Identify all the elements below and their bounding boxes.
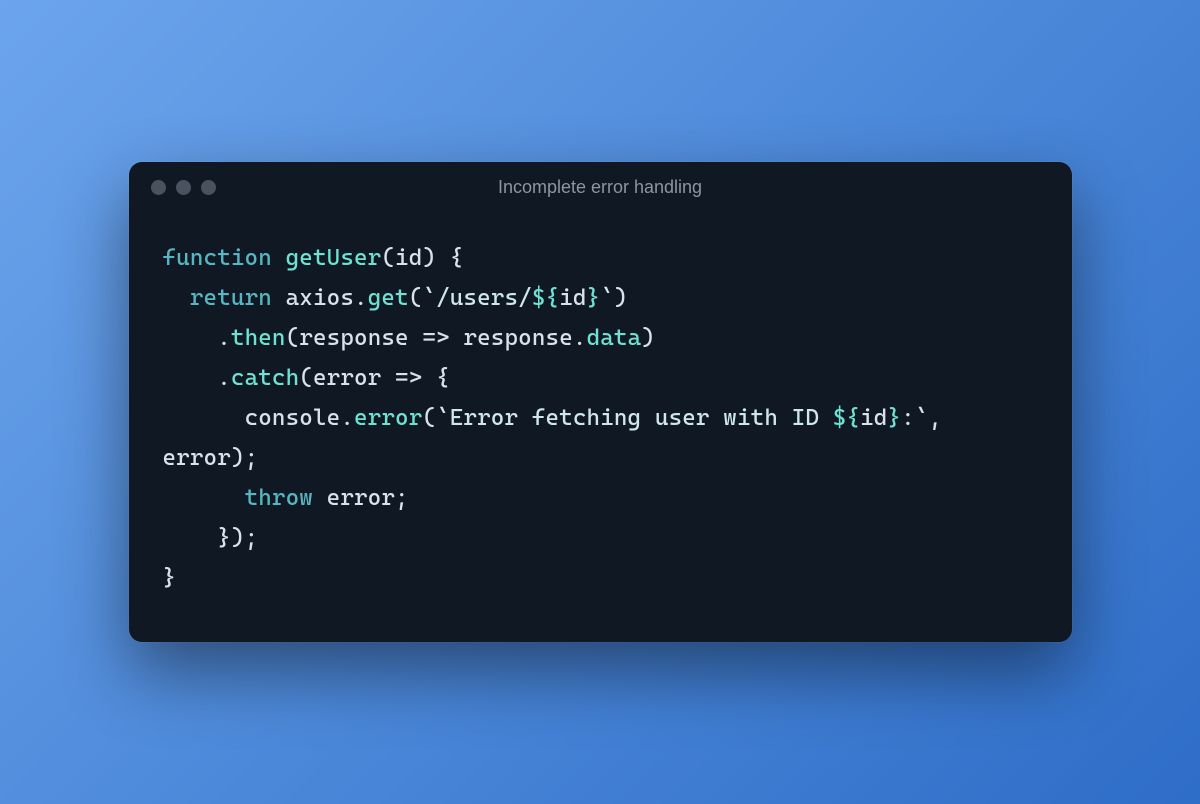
window-title: Incomplete error handling: [129, 177, 1072, 198]
code-token: ) {: [422, 245, 463, 271]
code-token: ;: [395, 485, 409, 511]
code-token: response: [299, 325, 408, 351]
code-block: function getUser(id) { return axios.get(…: [129, 214, 1072, 642]
code-token: throw: [245, 485, 313, 511]
code-token: data: [587, 325, 642, 351]
maximize-icon[interactable]: [201, 180, 216, 195]
code-token: });: [163, 525, 259, 551]
code-token: [272, 285, 286, 311]
code-token: ): [641, 325, 655, 351]
code-token: (: [299, 365, 313, 391]
code-token: getUser: [286, 245, 382, 271]
code-token: response: [463, 325, 572, 351]
minimize-icon[interactable]: [176, 180, 191, 195]
code-token: id: [559, 285, 586, 311]
code-token: }: [587, 285, 601, 311]
code-token: (: [409, 285, 423, 311]
code-token: error: [354, 405, 422, 431]
code-token: (: [422, 405, 436, 431]
code-token: [313, 485, 327, 511]
code-token: axios: [286, 285, 354, 311]
code-token: );: [231, 445, 258, 471]
code-token: [163, 485, 245, 511]
code-token: [272, 245, 286, 271]
code-token: function: [163, 245, 272, 271]
code-token: => {: [381, 365, 449, 391]
code-token: console: [245, 405, 341, 431]
code-token: catch: [231, 365, 299, 391]
code-token: [163, 405, 245, 431]
code-token: .: [354, 285, 368, 311]
code-token: ,: [928, 405, 955, 431]
code-token: (: [381, 245, 395, 271]
code-token: ): [614, 285, 628, 311]
code-token: :`: [901, 405, 928, 431]
code-token: ${: [833, 405, 860, 431]
code-token: get: [368, 285, 409, 311]
code-token: (: [286, 325, 300, 351]
code-token: }: [163, 565, 177, 591]
code-token: [163, 285, 190, 311]
code-token: .: [163, 365, 231, 391]
code-token: then: [231, 325, 286, 351]
code-token: id: [860, 405, 887, 431]
code-token: id: [395, 245, 422, 271]
close-icon[interactable]: [151, 180, 166, 195]
code-token: error: [313, 365, 381, 391]
code-token: .: [163, 325, 231, 351]
code-token: error: [327, 485, 395, 511]
code-token: }: [887, 405, 901, 431]
code-token: .: [573, 325, 587, 351]
code-token: `/users/: [422, 285, 531, 311]
code-window: Incomplete error handling function getUs…: [129, 162, 1072, 642]
traffic-lights: [151, 180, 216, 195]
code-token: .: [340, 405, 354, 431]
code-token: error: [163, 445, 231, 471]
code-token: return: [190, 285, 272, 311]
code-token: =>: [409, 325, 464, 351]
code-token: ${: [532, 285, 559, 311]
window-titlebar: Incomplete error handling: [129, 162, 1072, 214]
code-token: `: [600, 285, 614, 311]
code-token: `Error fetching user with ID: [436, 405, 833, 431]
